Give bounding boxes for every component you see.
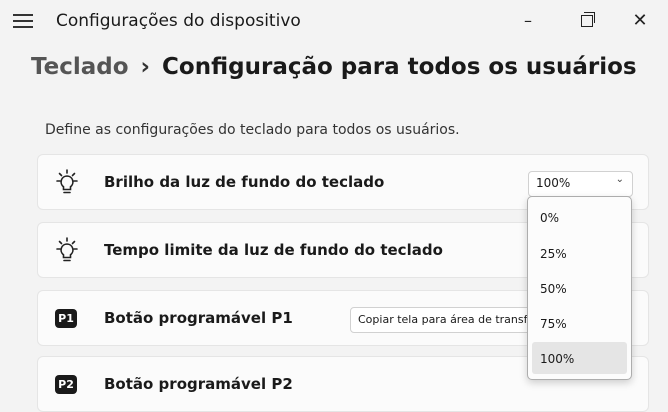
p1-action-select[interactable]: Copiar tela para área de transferência (350, 307, 552, 333)
title-bar: Configurações do dispositivo – ✕ (0, 0, 668, 44)
lightbulb-icon (56, 169, 78, 194)
maximize-button[interactable] (572, 8, 602, 34)
setting-label: Botão programável P1 (104, 309, 293, 327)
dropdown-option-50[interactable]: 50% (532, 272, 627, 304)
dropdown-option-25[interactable]: 25% (532, 237, 627, 269)
brightness-dropdown-menu: 0% 25% 50% 75% 100% (527, 196, 632, 380)
setting-label: Tempo limite da luz de fundo do teclado (104, 241, 443, 259)
maximize-icon (581, 12, 595, 27)
page-title: Configuração para todos os usuários (162, 54, 637, 80)
hamburger-menu-icon[interactable] (13, 14, 33, 28)
p1-badge-icon: P1 (55, 309, 77, 328)
breadcrumb-parent-link[interactable]: Teclado (31, 54, 129, 80)
dropdown-option-75[interactable]: 75% (532, 307, 627, 339)
close-button[interactable]: ✕ (625, 8, 655, 34)
chevron-down-icon: ⌄ (615, 174, 624, 185)
minimize-button[interactable]: – (513, 8, 543, 34)
setting-label: Brilho da luz de fundo do teclado (104, 173, 385, 191)
select-value: 100% (536, 176, 571, 190)
brightness-select[interactable]: 100% ⌄ (528, 171, 633, 197)
select-value: Copiar tela para área de transferência (358, 313, 552, 326)
dropdown-option-0[interactable]: 0% (532, 201, 627, 233)
lightbulb-icon (56, 237, 78, 262)
breadcrumb: Teclado › Configuração para todos os usuár… (31, 54, 637, 80)
p2-badge-icon: P2 (55, 375, 77, 394)
breadcrumb-separator-icon: › (140, 54, 151, 80)
page-description: Define as configurações do teclado para … (45, 122, 460, 138)
setting-label: Botão programável P2 (104, 375, 293, 393)
window-title: Configurações do dispositivo (56, 11, 301, 31)
dropdown-option-100[interactable]: 100% (532, 342, 627, 374)
